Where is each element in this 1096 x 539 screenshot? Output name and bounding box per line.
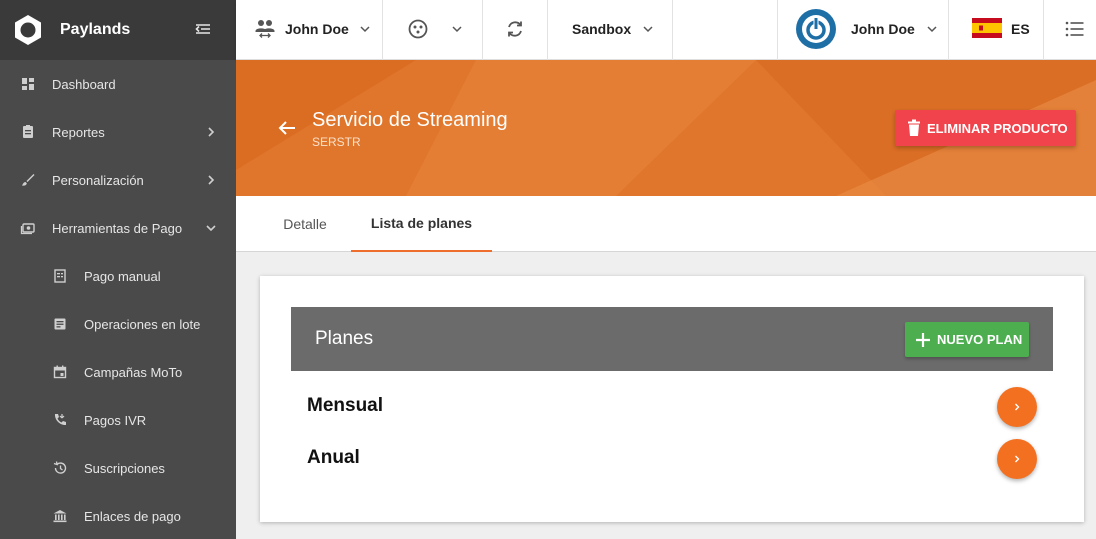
sidebar-item-dashboard[interactable]: Dashboard bbox=[0, 60, 236, 108]
spain-flag-icon bbox=[972, 18, 1002, 38]
open-plan-button[interactable] bbox=[997, 387, 1037, 427]
merchant-selector[interactable] bbox=[383, 0, 483, 60]
delete-product-label: ELIMINAR PRODUCTO bbox=[927, 120, 1068, 136]
chevron-right-icon bbox=[1015, 403, 1020, 411]
sidebar-subitem-pagos-ivr[interactable]: Pagos IVR bbox=[0, 396, 236, 444]
sidebar-item-label: Dashboard bbox=[52, 77, 116, 92]
sidebar-item-label: Personalización bbox=[52, 173, 144, 188]
sidebar-subitem-enlaces-de-pago[interactable]: Enlaces de pago bbox=[0, 492, 236, 539]
sidebar-subitem-label: Pagos IVR bbox=[84, 413, 147, 428]
list-item: Mensual bbox=[291, 381, 1053, 429]
chevron-down-icon bbox=[643, 26, 653, 33]
delete-product-button[interactable]: ELIMINAR PRODUCTO bbox=[895, 110, 1076, 146]
users-icon bbox=[255, 20, 275, 38]
menu-button[interactable] bbox=[1044, 0, 1096, 60]
calendar-icon bbox=[53, 365, 67, 379]
new-plan-button[interactable]: NUEVO PLAN bbox=[905, 322, 1029, 357]
chevron-right-icon bbox=[208, 127, 215, 137]
chevron-down-icon bbox=[206, 225, 216, 232]
sidebar-item-label: Reportes bbox=[52, 125, 105, 140]
user-name: John Doe bbox=[851, 21, 915, 37]
merchant-icon bbox=[408, 19, 428, 39]
sidebar-subitem-label: Operaciones en lote bbox=[84, 317, 201, 332]
account-name: John Doe bbox=[285, 21, 349, 37]
payment-tools-icon bbox=[20, 223, 35, 235]
sidebar-subitem-label: Campañas MoTo bbox=[84, 365, 183, 380]
tab-label: Detalle bbox=[283, 216, 327, 232]
sidebar-subitem-label: Pago manual bbox=[84, 269, 161, 284]
sidebar-subitem-operaciones-en-lote[interactable]: Operaciones en lote bbox=[0, 300, 236, 348]
sync-icon bbox=[508, 21, 522, 37]
batch-icon bbox=[54, 318, 66, 330]
chevron-down-icon bbox=[452, 26, 462, 33]
avatar bbox=[796, 9, 836, 49]
new-plan-label: NUEVO PLAN bbox=[937, 332, 1023, 347]
tab-lista-de-planes[interactable]: Lista de planes bbox=[351, 196, 492, 252]
sidebar-item-herramientas-de-pago[interactable]: Herramientas de Pago bbox=[0, 204, 236, 252]
plans-card-header: Planes NUEVO PLAN bbox=[291, 307, 1053, 371]
history-icon bbox=[53, 461, 67, 474]
plan-name: Anual bbox=[307, 447, 360, 468]
tab-bar: Detalle Lista de planes bbox=[236, 196, 1096, 252]
list-item: Anual bbox=[291, 433, 1053, 481]
sidebar-item-personalizacion[interactable]: Personalización bbox=[0, 156, 236, 204]
plan-name: Mensual bbox=[307, 395, 384, 416]
sync-button[interactable] bbox=[483, 0, 548, 60]
phone-icon bbox=[54, 414, 66, 426]
sidebar: Paylands Dashboard Reportes Personalizac… bbox=[0, 0, 236, 539]
sidebar-item-reportes[interactable]: Reportes bbox=[0, 108, 236, 156]
back-arrow-icon[interactable] bbox=[276, 117, 298, 139]
environment-selector[interactable]: Sandbox bbox=[548, 0, 673, 60]
list-menu-icon bbox=[1065, 21, 1084, 37]
collapse-menu-icon[interactable] bbox=[192, 18, 214, 40]
chevron-down-icon bbox=[927, 26, 937, 33]
chevron-right-icon bbox=[1015, 455, 1020, 463]
language-code: ES bbox=[1011, 21, 1030, 37]
account-selector[interactable]: John Doe bbox=[236, 0, 383, 60]
brand-header: Paylands bbox=[0, 0, 236, 60]
receipt-icon bbox=[54, 269, 66, 283]
app-name: Paylands bbox=[60, 21, 131, 38]
user-menu[interactable]: John Doe bbox=[777, 0, 949, 60]
dashboard-icon bbox=[22, 78, 34, 90]
sidebar-item-label: Herramientas de Pago bbox=[52, 221, 183, 236]
brush-icon bbox=[22, 174, 35, 186]
tab-detalle[interactable]: Detalle bbox=[266, 196, 344, 252]
product-title: Servicio de Streaming bbox=[312, 109, 508, 131]
plus-icon bbox=[916, 332, 930, 347]
paylands-logo bbox=[15, 15, 41, 45]
tab-label: Lista de planes bbox=[370, 215, 473, 231]
plans-card: Planes NUEVO PLAN Mensual Anual bbox=[260, 276, 1084, 522]
product-code: SERSTR bbox=[312, 135, 361, 149]
environment-label: Sandbox bbox=[572, 21, 632, 37]
chevron-right-icon bbox=[208, 175, 215, 185]
open-plan-button[interactable] bbox=[997, 439, 1037, 479]
sidebar-subitem-label: Suscripciones bbox=[84, 461, 165, 476]
chevron-down-icon bbox=[360, 26, 370, 33]
sidebar-subitem-pago-manual[interactable]: Pago manual bbox=[0, 252, 236, 300]
report-icon bbox=[23, 125, 33, 138]
product-header: Servicio de Streaming SERSTR ELIMINAR PR… bbox=[236, 60, 1096, 196]
top-bar: John Doe Sandbox John Doe ES bbox=[236, 0, 1096, 60]
sidebar-subitem-campanas-moto[interactable]: Campañas MoTo bbox=[0, 348, 236, 396]
bank-icon bbox=[53, 510, 67, 523]
plans-title: Planes bbox=[315, 328, 374, 349]
sidebar-subitem-suscripciones[interactable]: Suscripciones bbox=[0, 444, 236, 492]
trash-icon bbox=[908, 119, 920, 136]
sidebar-subitem-label: Enlaces de pago bbox=[84, 509, 181, 524]
language-selector[interactable]: ES bbox=[949, 0, 1044, 60]
